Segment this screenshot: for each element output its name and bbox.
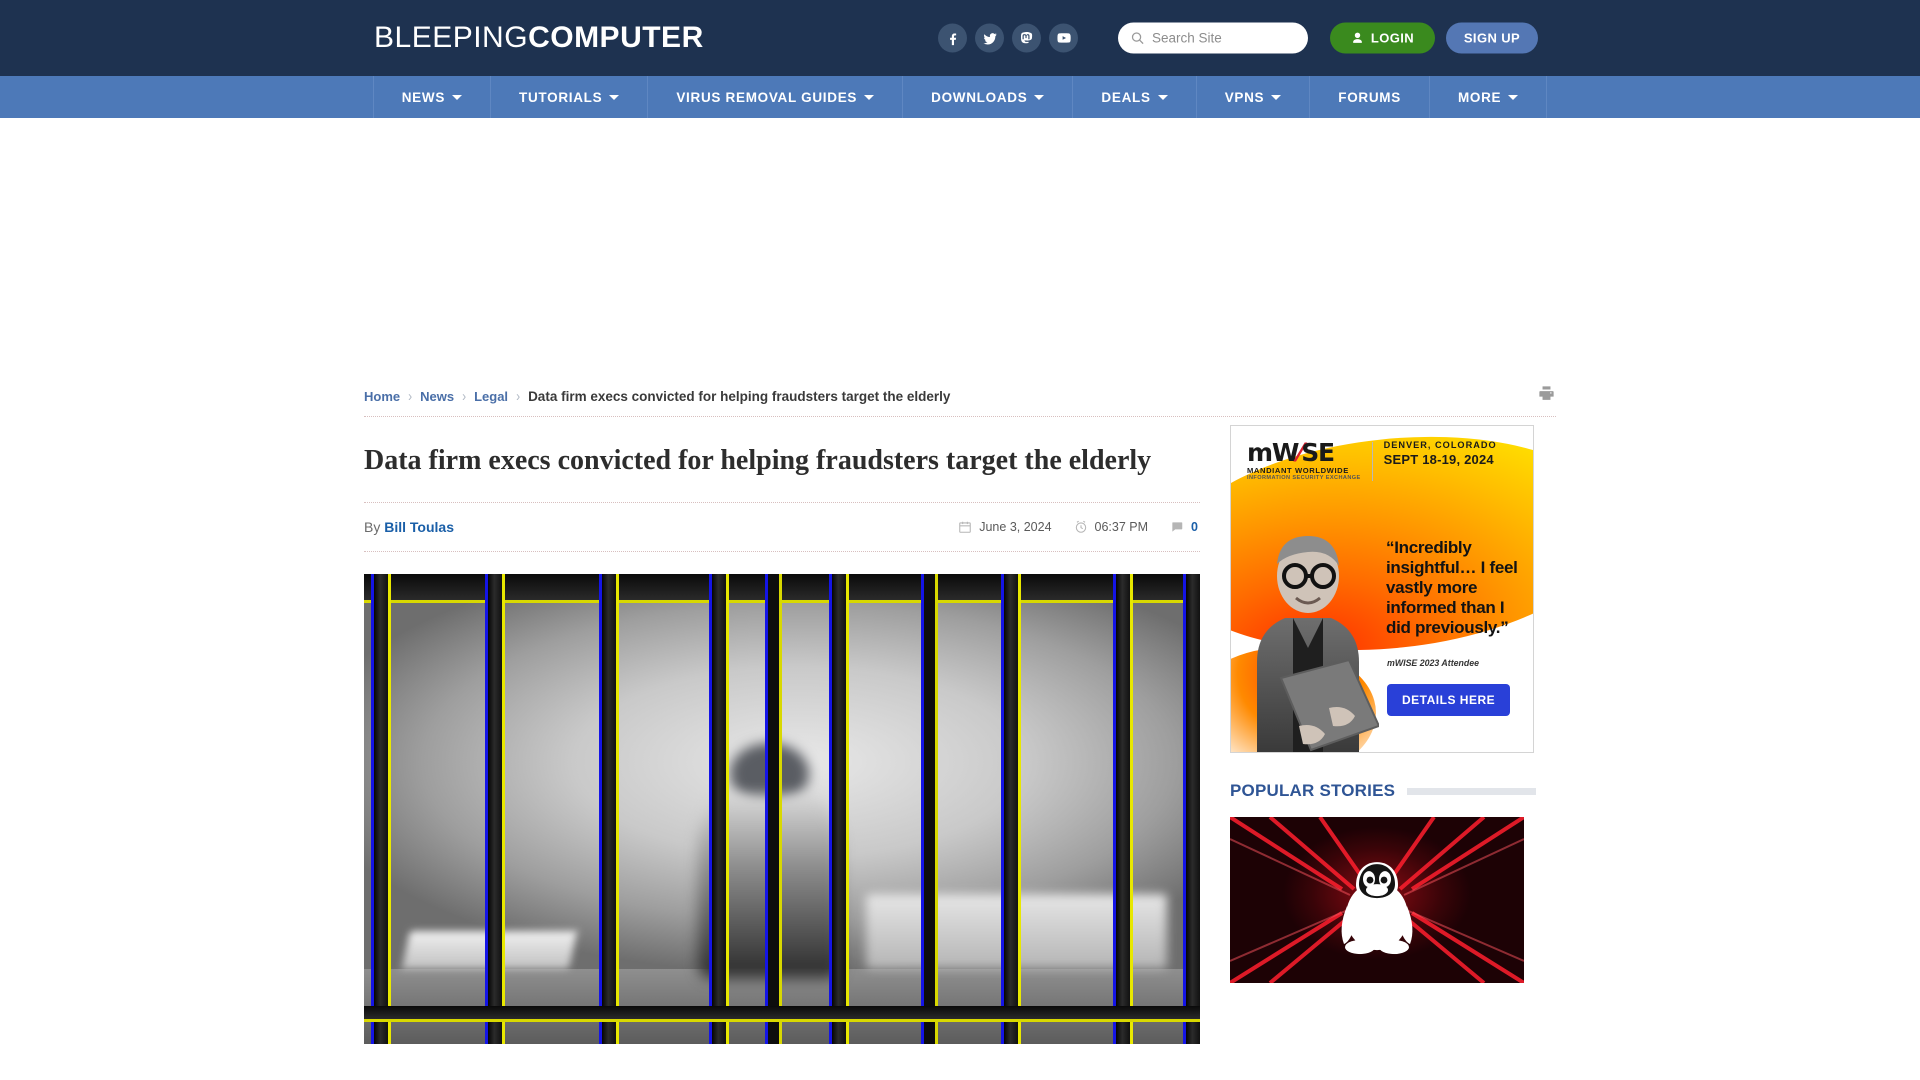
ad-brand-subtitle-2: INFORMATION SECURITY EXCHANGE bbox=[1247, 474, 1361, 481]
tux-penguin-logo bbox=[1341, 862, 1413, 955]
sidebar: mW⁄SE MANDIANT WORLDWIDE INFORMATION SEC… bbox=[1230, 417, 1536, 1044]
breadcrumb-current: Data firm execs convicted for helping fr… bbox=[528, 388, 951, 404]
breadcrumb-separator: › bbox=[408, 387, 413, 405]
hero-cell-bars bbox=[364, 574, 1200, 1044]
nav-item-label: VIRUS REMOVAL GUIDES bbox=[676, 89, 858, 105]
ad-quote: “Incredibly insightful… I feel vastly mo… bbox=[1386, 538, 1518, 637]
main-navigation: NEWS TUTORIALS VIRUS REMOVAL GUIDES DOWNLOA… bbox=[0, 76, 1920, 118]
comment-count-text: 0 bbox=[1191, 520, 1198, 534]
page-title: Data firm execs convicted for helping fr… bbox=[364, 445, 1152, 476]
ad-attribution: mWISE 2023 Attendee bbox=[1387, 658, 1480, 668]
user-icon bbox=[1353, 32, 1362, 43]
signup-label: SIGN UP bbox=[1463, 30, 1521, 46]
breadcrumb-separator: › bbox=[462, 387, 467, 405]
social-links bbox=[938, 23, 1078, 53]
nav-item-forums[interactable]: FORUMS bbox=[1310, 76, 1430, 118]
chevron-down-icon bbox=[1271, 94, 1282, 100]
ad-brand-subtitle-1: MANDIANT WORLDWIDE bbox=[1247, 466, 1349, 475]
breadcrumb-link-legal[interactable]: Legal bbox=[474, 389, 508, 404]
ad-person-photo bbox=[1257, 536, 1379, 752]
nav-item-more[interactable]: MORE bbox=[1430, 76, 1548, 118]
ad-logo-divider bbox=[1371, 442, 1373, 482]
breadcrumb-row: Home › News › Legal › Data firm execs convicte… bbox=[364, 376, 1556, 416]
article-meta: June 3, 2024 06:37 PM 0 bbox=[958, 520, 1198, 534]
login-label: LOGIN bbox=[1370, 30, 1415, 46]
nav-item-label: FORUMS bbox=[1338, 89, 1401, 105]
search-icon bbox=[1131, 32, 1144, 45]
site-header: BLEEPINGCOMPUTER LOGIN SIGN UP bbox=[0, 0, 1920, 76]
ad-dates: SEPT 18-19, 2024 bbox=[1383, 452, 1494, 467]
logo-text-bleeping: BLEEPING bbox=[374, 21, 529, 54]
chevron-down-icon bbox=[609, 94, 620, 100]
chevron-down-icon bbox=[452, 94, 463, 100]
breadcrumb: Home › News › Legal › Data firm execs convicte… bbox=[364, 387, 951, 405]
nav-item-label: DEALS bbox=[1101, 89, 1151, 105]
login-button[interactable]: LOGIN bbox=[1330, 22, 1435, 54]
publish-time-text: 06:37 PM bbox=[1094, 520, 1149, 534]
page-container: Home › News › Legal › Data firm execs convicte… bbox=[364, 376, 1556, 1044]
author-link[interactable]: Bill Toulas bbox=[384, 519, 454, 535]
publish-time: 06:37 PM bbox=[1074, 520, 1149, 534]
youtube-icon[interactable] bbox=[1049, 23, 1078, 53]
article-hero-image bbox=[364, 574, 1200, 1044]
site-logo[interactable]: BLEEPINGCOMPUTER bbox=[374, 21, 704, 55]
breadcrumb-separator: › bbox=[516, 387, 521, 405]
calendar-icon bbox=[959, 521, 972, 533]
byline-prefix: By bbox=[364, 519, 381, 535]
ad-brand-name: mW⁄SE bbox=[1247, 438, 1335, 467]
chevron-down-icon bbox=[1157, 94, 1168, 100]
breadcrumb-link-home[interactable]: Home bbox=[364, 389, 400, 404]
nav-item-label: VPNS bbox=[1224, 89, 1265, 105]
nav-item-virus-removal-guides[interactable]: VIRUS REMOVAL GUIDES bbox=[648, 76, 904, 118]
chevron-down-icon bbox=[1508, 94, 1519, 100]
nav-item-news[interactable]: NEWS bbox=[372, 76, 492, 118]
comment-icon bbox=[1172, 522, 1183, 532]
clock-icon bbox=[1075, 520, 1086, 533]
mastodon-icon[interactable] bbox=[1012, 23, 1041, 53]
nav-item-label: DOWNLOADS bbox=[931, 89, 1028, 105]
popular-stories-header: POPULAR STORIES bbox=[1230, 781, 1536, 801]
popular-story-thumbnail[interactable] bbox=[1230, 817, 1524, 983]
publish-date: June 3, 2024 bbox=[958, 520, 1052, 534]
leaderboard-ad-slot bbox=[0, 118, 1920, 376]
search-input[interactable] bbox=[1152, 30, 1296, 46]
signup-button[interactable]: SIGN UP bbox=[1446, 22, 1538, 54]
facebook-icon[interactable] bbox=[938, 23, 967, 53]
nav-item-deals[interactable]: DEALS bbox=[1073, 76, 1197, 118]
comment-count[interactable]: 0 bbox=[1170, 520, 1198, 534]
ad-logo: mW⁄SE MANDIANT WORLDWIDE INFORMATION SEC… bbox=[1247, 438, 1497, 482]
nav-item-label: TUTORIALS bbox=[519, 89, 603, 105]
ad-cta-button[interactable]: DETAILS HERE bbox=[1387, 684, 1511, 716]
article-column: Data firm execs convicted for helping fr… bbox=[364, 417, 1200, 1044]
nav-item-label: MORE bbox=[1457, 89, 1502, 105]
nav-item-downloads[interactable]: DOWNLOADS bbox=[903, 76, 1074, 118]
popular-stories-title: POPULAR STORIES bbox=[1230, 781, 1396, 800]
print-icon[interactable] bbox=[1537, 384, 1556, 408]
ad-location: DENVER, COLORADO bbox=[1383, 440, 1497, 450]
nav-item-tutorials[interactable]: TUTORIALS bbox=[491, 76, 649, 118]
breadcrumb-link-news[interactable]: News bbox=[420, 389, 454, 404]
content-columns: Data firm execs convicted for helping fr… bbox=[364, 417, 1556, 1044]
byline-row: By Bill Toulas June 3, 2024 06:37 PM 0 bbox=[364, 503, 1200, 551]
chevron-down-icon bbox=[1034, 94, 1045, 100]
nav-item-vpns[interactable]: VPNS bbox=[1197, 76, 1311, 118]
nav-item-label: NEWS bbox=[401, 89, 446, 105]
popular-stories-rule bbox=[1407, 787, 1536, 795]
sidebar-ad-mwise[interactable]: mW⁄SE MANDIANT WORLDWIDE INFORMATION SEC… bbox=[1230, 425, 1534, 753]
chevron-down-icon bbox=[864, 94, 875, 100]
byline-author: By Bill Toulas bbox=[364, 519, 454, 535]
twitter-icon[interactable] bbox=[975, 23, 1004, 53]
search-box[interactable] bbox=[1118, 22, 1308, 54]
divider-under-byline bbox=[364, 551, 1200, 552]
publish-date-text: June 3, 2024 bbox=[979, 520, 1052, 534]
logo-text-computer: COMPUTER bbox=[528, 21, 704, 54]
